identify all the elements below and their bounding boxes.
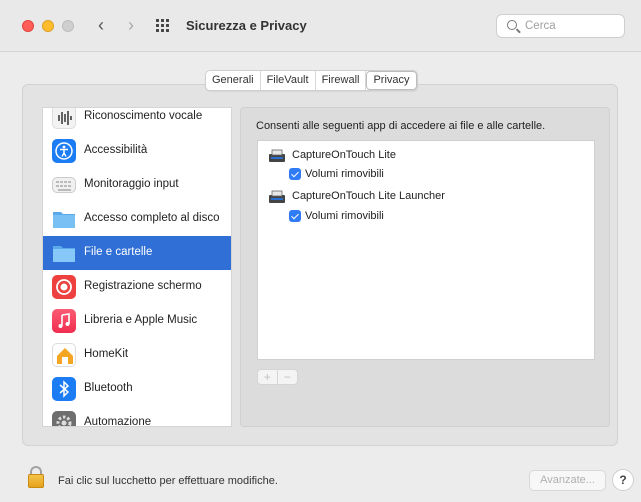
- sidebar-item-music-library[interactable]: Libreria e Apple Music: [43, 304, 231, 338]
- folder-icon: [52, 207, 76, 231]
- add-button[interactable]: +: [258, 370, 278, 384]
- scanner-app-icon: [268, 190, 286, 204]
- privacy-sidebar[interactable]: Riconoscimento vocale Accessibilità Moni…: [42, 107, 232, 427]
- removable-volumes-checkbox[interactable]: [289, 210, 301, 222]
- removable-volumes-checkbox[interactable]: [289, 168, 301, 180]
- accessibility-icon: [52, 139, 76, 163]
- waveform-icon: [52, 108, 76, 129]
- music-icon: [52, 309, 76, 333]
- tab-generali[interactable]: Generali: [206, 71, 261, 90]
- scanner-app-icon: [268, 149, 286, 163]
- sidebar-item-full-disk-access[interactable]: Accesso completo al disco: [43, 202, 231, 236]
- permission-label: Volumi rimovibili: [305, 168, 384, 180]
- sidebar-item-label: Accesso completo al disco: [84, 212, 220, 224]
- tab-bar: Generali FileVault Firewall Privacy: [205, 70, 418, 91]
- home-icon: [52, 343, 76, 367]
- sidebar-item-label: Accessibilità: [84, 144, 148, 156]
- search-icon: [507, 20, 517, 30]
- window-title: Sicurezza e Privacy: [186, 18, 307, 33]
- sidebar-item-speech-recognition[interactable]: Riconoscimento vocale: [43, 108, 231, 134]
- sidebar-item-label: Libreria e Apple Music: [84, 314, 198, 326]
- sidebar-item-label: File e cartelle: [84, 246, 153, 258]
- sidebar-item-screen-recording[interactable]: Registrazione schermo: [43, 270, 231, 304]
- sidebar-item-label: Automazione: [84, 416, 152, 427]
- title-bar: ‹ › Sicurezza e Privacy Cerca: [0, 0, 641, 52]
- sidebar-item-label: HomeKit: [84, 348, 129, 360]
- tab-firewall[interactable]: Firewall: [316, 71, 367, 90]
- app-name: CaptureOnTouch Lite: [292, 149, 396, 161]
- keyboard-icon: [52, 177, 76, 193]
- lock-message: Fai clic sul lucchetto per effettuare mo…: [58, 475, 278, 487]
- back-button[interactable]: ‹: [90, 14, 112, 38]
- sidebar-item-files-and-folders[interactable]: File e cartelle: [43, 236, 231, 270]
- forward-button[interactable]: ›: [120, 14, 142, 38]
- show-all-grid-icon[interactable]: [156, 18, 172, 34]
- sidebar-item-automation[interactable]: Automazione: [43, 406, 231, 427]
- search-placeholder: Cerca: [525, 20, 556, 32]
- sidebar-item-label: Bluetooth: [84, 382, 133, 394]
- help-button[interactable]: ?: [612, 469, 634, 491]
- sidebar-item-label: Riconoscimento vocale: [84, 110, 203, 122]
- sidebar-item-label: Monitoraggio input: [84, 178, 179, 190]
- bluetooth-icon: [52, 377, 76, 401]
- tab-privacy[interactable]: Privacy: [366, 71, 417, 90]
- sidebar-item-bluetooth[interactable]: Bluetooth: [43, 372, 231, 406]
- app-name: CaptureOnTouch Lite Launcher: [292, 190, 445, 202]
- add-remove-control: + −: [257, 369, 298, 385]
- close-window-button[interactable]: [22, 20, 34, 32]
- lock-icon[interactable]: [28, 466, 44, 488]
- search-field[interactable]: Cerca: [496, 14, 625, 38]
- sidebar-item-input-monitoring[interactable]: Monitoraggio input: [43, 168, 231, 202]
- permission-label: Volumi rimovibili: [305, 210, 384, 222]
- tab-filevault[interactable]: FileVault: [261, 71, 316, 90]
- system-preferences-window: ‹ › Sicurezza e Privacy Cerca Generali F…: [0, 0, 641, 502]
- sidebar-item-label: Registrazione schermo: [84, 280, 202, 292]
- app-permissions-list[interactable]: CaptureOnTouch Lite Volumi rimovibili Ca…: [257, 140, 595, 360]
- screen-record-icon: [52, 275, 76, 299]
- advanced-button[interactable]: Avanzate...: [529, 470, 606, 491]
- zoom-window-button[interactable]: [62, 20, 74, 32]
- gear-icon: [52, 411, 76, 426]
- sidebar-item-accessibility[interactable]: Accessibilità: [43, 134, 231, 168]
- minimize-window-button[interactable]: [42, 20, 54, 32]
- folder-icon: [52, 241, 76, 265]
- remove-button[interactable]: −: [278, 370, 297, 384]
- detail-description: Consenti alle seguenti app di accedere a…: [256, 120, 546, 132]
- sidebar-item-homekit[interactable]: HomeKit: [43, 338, 231, 372]
